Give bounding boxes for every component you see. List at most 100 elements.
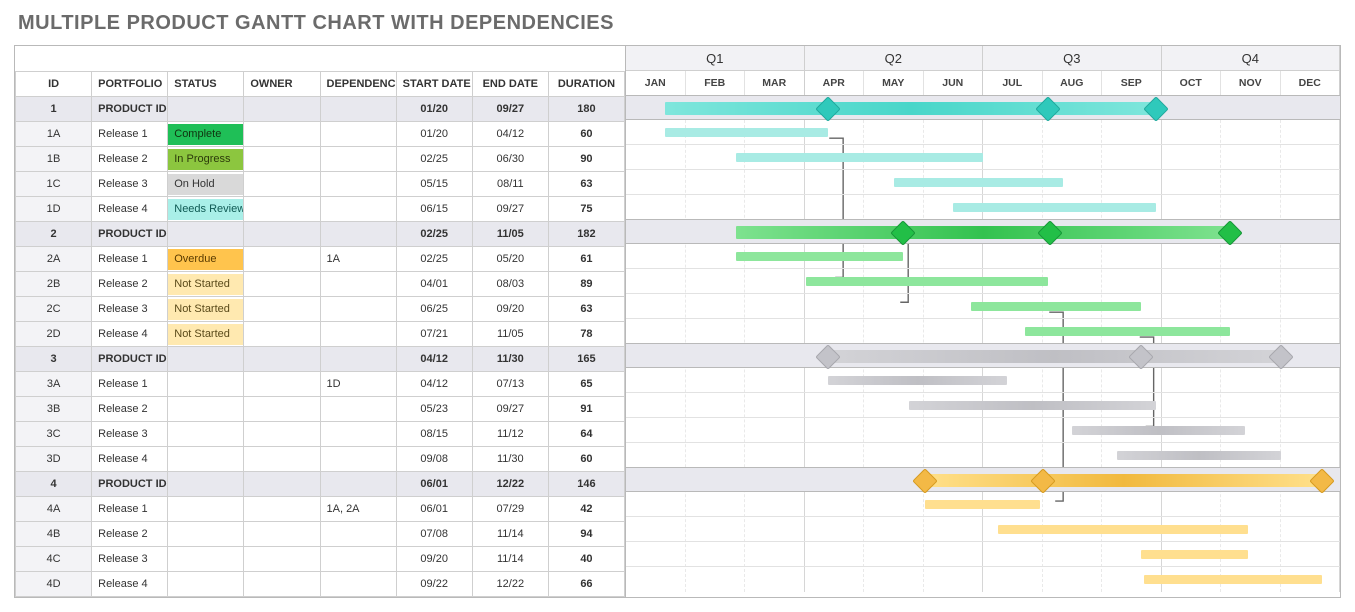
milestone-diamond-icon[interactable] [1309,468,1334,493]
gantt-bar[interactable] [925,500,1039,509]
gantt-bar[interactable] [909,401,1156,410]
cell[interactable]: 06/15 [396,197,472,222]
cell[interactable]: 11/05 [472,322,548,347]
cell[interactable]: Release 2 [92,522,168,547]
table-row[interactable]: 4ARelease 11A, 2A06/0107/2942 [16,497,625,522]
gantt-bar[interactable] [925,474,1322,487]
cell[interactable] [168,97,244,122]
cell[interactable]: 07/29 [472,497,548,522]
cell[interactable]: 06/30 [472,147,548,172]
cell[interactable] [244,322,320,347]
milestone-diamond-icon[interactable] [816,96,841,121]
cell[interactable]: 08/15 [396,422,472,447]
cell[interactable] [320,447,396,472]
cell[interactable] [168,547,244,572]
cell[interactable]: 09/22 [396,572,472,597]
cell[interactable]: Needs Review [168,197,244,222]
cell[interactable] [320,522,396,547]
cell[interactable] [320,347,396,372]
cell[interactable] [320,322,396,347]
table-row[interactable]: 2BRelease 2Not Started04/0108/0389 [16,272,625,297]
cell[interactable] [244,547,320,572]
table-row[interactable]: 1BRelease 2In Progress02/2506/3090 [16,147,625,172]
cell[interactable] [168,222,244,247]
cell[interactable]: 1D [320,372,396,397]
gantt-bar[interactable] [665,128,829,137]
cell[interactable]: Release 3 [92,297,168,322]
cell[interactable]: 1C [16,172,92,197]
cell[interactable] [244,247,320,272]
table-row[interactable]: 2ARelease 1Overdue1A02/2505/2061 [16,247,625,272]
cell[interactable]: 4B [16,522,92,547]
cell[interactable] [244,172,320,197]
gantt-bar[interactable] [1072,426,1245,435]
cell[interactable] [244,197,320,222]
cell[interactable]: 75 [548,197,624,222]
gantt-bar[interactable] [1117,451,1281,460]
cell[interactable]: Release 1 [92,372,168,397]
table-row[interactable]: 4CRelease 309/2011/1440 [16,547,625,572]
cell[interactable]: 146 [548,472,624,497]
milestone-diamond-icon[interactable] [1143,96,1168,121]
cell[interactable] [168,422,244,447]
cell[interactable]: 07/08 [396,522,472,547]
cell[interactable]: 180 [548,97,624,122]
cell[interactable]: Release 4 [92,197,168,222]
cell[interactable]: 01/20 [396,122,472,147]
cell[interactable] [320,422,396,447]
cell[interactable]: On Hold [168,172,244,197]
cell[interactable]: 1D [16,197,92,222]
cell[interactable] [320,122,396,147]
cell[interactable]: 60 [548,447,624,472]
cell[interactable] [320,472,396,497]
cell[interactable]: 02/25 [396,222,472,247]
cell[interactable]: 02/25 [396,147,472,172]
cell[interactable]: Release 4 [92,572,168,597]
milestone-diamond-icon[interactable] [890,220,915,245]
cell[interactable]: 3B [16,397,92,422]
cell[interactable]: 1A, 2A [320,497,396,522]
cell[interactable]: 4C [16,547,92,572]
cell[interactable]: 08/11 [472,172,548,197]
cell[interactable]: 12/22 [472,572,548,597]
cell[interactable] [168,522,244,547]
cell[interactable]: 06/01 [396,472,472,497]
cell[interactable]: 66 [548,572,624,597]
cell[interactable]: Release 3 [92,172,168,197]
cell[interactable]: Not Started [168,297,244,322]
table-row[interactable]: 1DRelease 4Needs Review06/1509/2775 [16,197,625,222]
cell[interactable] [320,147,396,172]
cell[interactable]: 04/12 [472,122,548,147]
cell[interactable] [320,547,396,572]
cell[interactable]: 11/30 [472,447,548,472]
cell[interactable]: 09/08 [396,447,472,472]
cell[interactable] [244,372,320,397]
gantt-bar[interactable] [736,252,903,261]
cell[interactable] [244,522,320,547]
cell[interactable]: PRODUCT ID [92,97,168,122]
cell[interactable] [244,422,320,447]
cell[interactable]: 07/13 [472,372,548,397]
cell[interactable] [168,497,244,522]
cell[interactable]: Not Started [168,272,244,297]
cell[interactable]: PRODUCT ID [92,472,168,497]
cell[interactable] [320,222,396,247]
cell[interactable] [244,447,320,472]
milestone-diamond-icon[interactable] [1217,220,1242,245]
table-row[interactable]: 1ARelease 1Complete01/2004/1260 [16,122,625,147]
milestone-diamond-icon[interactable] [816,344,841,369]
cell[interactable]: 08/03 [472,272,548,297]
cell[interactable]: 1A [320,247,396,272]
cell[interactable]: 2A [16,247,92,272]
table-row[interactable]: 1PRODUCT ID01/2009/27180 [16,97,625,122]
cell[interactable] [320,172,396,197]
table-row[interactable]: 3ARelease 11D04/1207/1365 [16,372,625,397]
gantt-bar[interactable] [1141,550,1248,559]
cell[interactable]: 05/20 [472,247,548,272]
cell[interactable]: 06/25 [396,297,472,322]
cell[interactable]: Release 1 [92,247,168,272]
cell[interactable]: Release 2 [92,397,168,422]
cell[interactable]: 07/21 [396,322,472,347]
gantt-bar[interactable] [665,102,1156,115]
cell[interactable]: 2C [16,297,92,322]
